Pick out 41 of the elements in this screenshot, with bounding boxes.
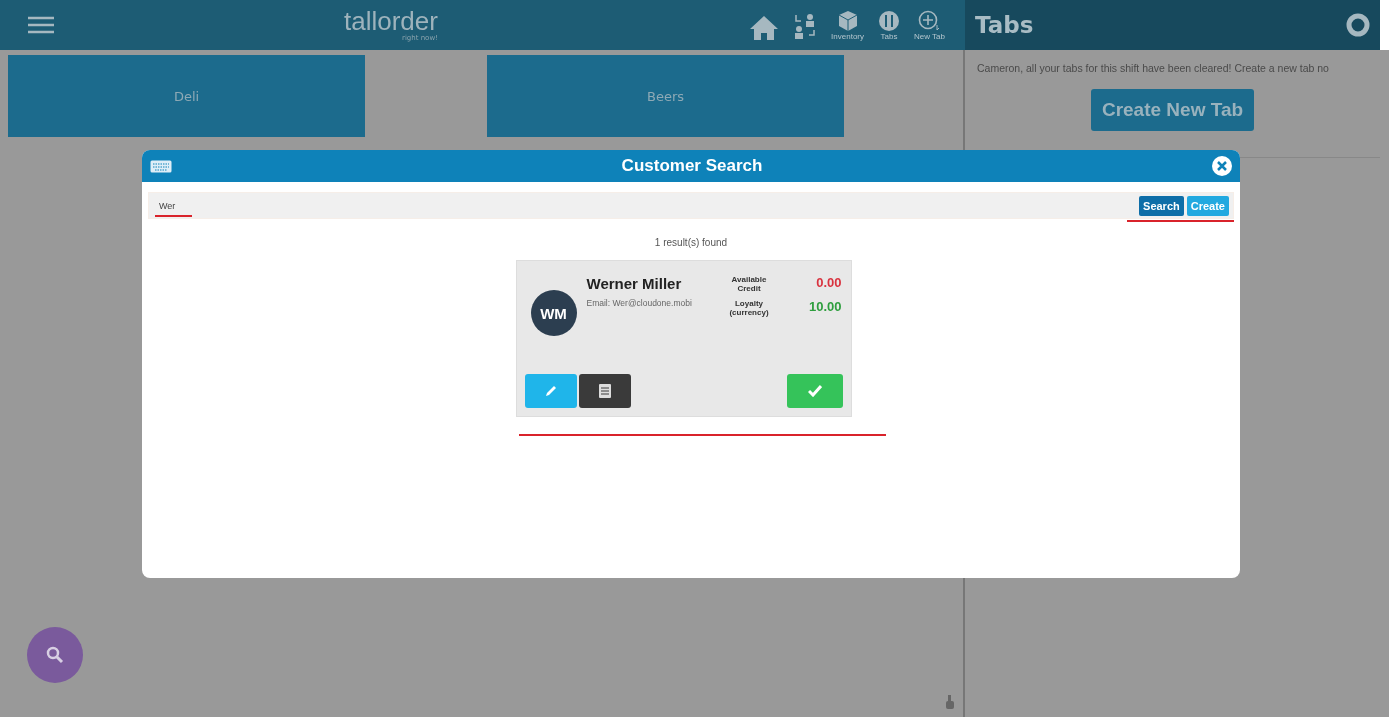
hand-pointer-icon: [945, 695, 955, 709]
avatar: WM: [530, 290, 577, 336]
create-button[interactable]: Create: [1186, 195, 1229, 216]
create-tab-button[interactable]: Create New Tab: [1090, 89, 1255, 131]
customer-email: Email: Wer@cloudone.mobi: [586, 298, 693, 308]
plus-circle-icon: [917, 9, 942, 32]
nav-button[interactable]: Tabs: [878, 9, 900, 41]
stat-value: 10.00: [807, 299, 842, 316]
stat-label: Loyalty (currency): [728, 299, 770, 317]
search-icon: [46, 646, 64, 664]
tabs-message: Cameron, all your tabs for this shift have been cleared! Create a new tab no: [976, 62, 1329, 74]
keyboard-icon[interactable]: [150, 159, 172, 173]
lifebuoy-icon[interactable]: [1346, 13, 1370, 37]
checkmark-icon: [807, 385, 822, 397]
category-tile[interactable]: Beers: [487, 55, 844, 137]
document-icon: [598, 384, 611, 398]
nav-button[interactable]: New Tab: [914, 9, 945, 41]
nav-icon-button[interactable]: [793, 12, 818, 41]
dialog-title: Customer Search: [621, 156, 763, 176]
result-count: 1 result(s) found: [654, 237, 728, 248]
box-icon: [836, 9, 859, 32]
pencil-icon: [543, 384, 558, 398]
menu-icon[interactable]: [28, 16, 54, 34]
people-swap-icon: [793, 12, 818, 41]
customer-name: Werner Miller: [586, 275, 683, 292]
close-icon[interactable]: [1212, 156, 1232, 176]
cutlery-icon: [878, 9, 900, 32]
panel-title: Tabs: [975, 12, 1034, 38]
notes-button[interactable]: [578, 374, 631, 408]
annotation-underline: [155, 215, 192, 217]
search-button[interactable]: Search: [1139, 195, 1184, 216]
stat-value: 0.00: [815, 275, 842, 292]
app-logo: tallorder: [344, 8, 438, 34]
category-tile[interactable]: Deli: [8, 55, 365, 137]
search-button[interactable]: [27, 627, 83, 683]
search-field[interactable]: Wer Search Create: [148, 192, 1234, 219]
select-button[interactable]: [786, 374, 843, 408]
nav-icon-button[interactable]: [749, 14, 780, 41]
stat-label: Available Credit: [730, 275, 768, 293]
nav-button[interactable]: Inventory: [831, 9, 864, 41]
home-icon: [749, 14, 780, 41]
